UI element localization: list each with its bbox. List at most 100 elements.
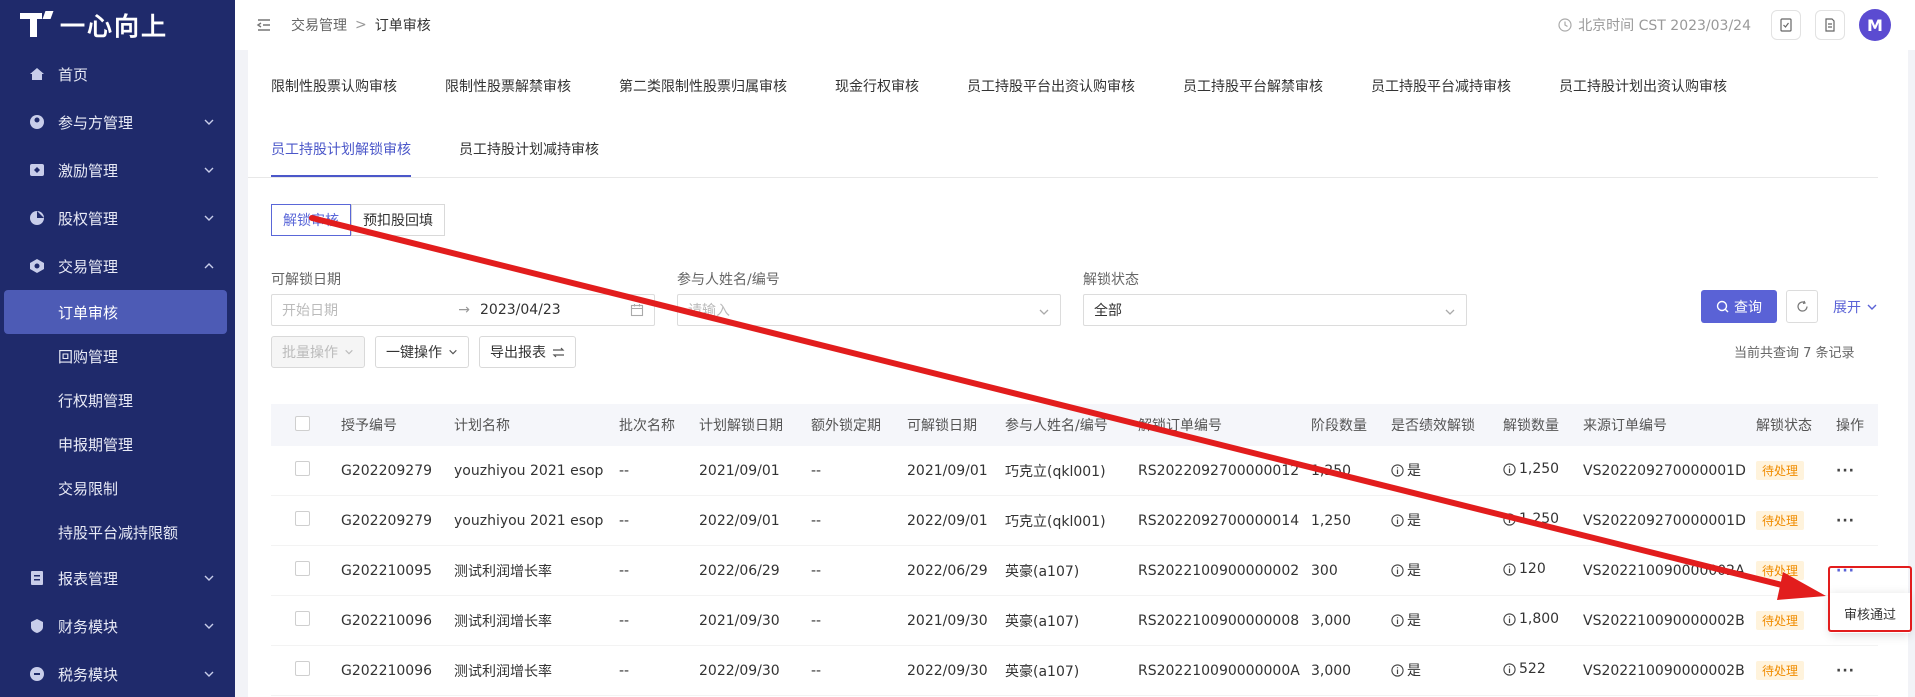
cell-participant: 巧克立(qkl001): [1005, 513, 1106, 530]
row-checkbox-cell: [271, 611, 341, 630]
date-start-placeholder[interactable]: 开始日期: [282, 300, 338, 320]
segment-unlock-review[interactable]: 解锁审核: [271, 204, 351, 236]
review-tabs-row2: 员工持股计划解锁审核 员工持股计划减持审核: [248, 116, 1878, 178]
info-icon[interactable]: [1391, 464, 1404, 477]
tab-platform-reduction[interactable]: 员工持股平台减持审核: [1371, 56, 1511, 116]
status-select-value: 全部: [1094, 303, 1122, 319]
avatar[interactable]: M: [1859, 9, 1891, 41]
filter-participant-group: 参与人姓名/编号 请输入: [677, 268, 1061, 326]
info-icon[interactable]: [1503, 513, 1516, 526]
info-icon[interactable]: [1391, 514, 1404, 527]
table-row[interactable]: G202209279 youzhiyou 2021 esop -- 2021/0…: [271, 446, 1878, 496]
batch-operation-button[interactable]: 批量操作: [271, 336, 365, 368]
col-batch-name: 批次名称: [619, 418, 675, 434]
unlock-status-select[interactable]: 全部: [1083, 294, 1467, 326]
status-badge: 待处理: [1756, 611, 1805, 630]
sidebar-item-report[interactable]: 报表管理: [0, 554, 235, 602]
cell-unlock-qty: 522: [1503, 661, 1583, 680]
date-end-value[interactable]: 2023/04/23: [480, 302, 630, 318]
row-checkbox[interactable]: [295, 561, 310, 576]
row-checkbox[interactable]: [295, 661, 310, 676]
expand-filters-button[interactable]: 展开: [1833, 290, 1878, 323]
query-button[interactable]: 查询: [1701, 290, 1777, 323]
sidebar-subitem-order-review[interactable]: 订单审核: [4, 290, 227, 334]
chevron-down-icon: [449, 349, 457, 355]
info-icon[interactable]: [1391, 564, 1404, 577]
sidebar-item-equity[interactable]: 股权管理: [0, 194, 235, 242]
cell-grant-no: G202209279: [341, 462, 433, 479]
clipboard-check-icon: [1780, 18, 1792, 32]
info-icon[interactable]: [1503, 613, 1516, 626]
cell-unlock-order-no: RS2022100900000008: [1138, 612, 1300, 629]
info-icon[interactable]: [1391, 614, 1404, 627]
info-icon[interactable]: [1503, 663, 1516, 676]
info-icon[interactable]: [1503, 563, 1516, 576]
chevron-down-icon: [1445, 309, 1455, 315]
tab-restricted-stock-unlock[interactable]: 限制性股票解禁审核: [445, 56, 571, 116]
cell-extra-lock: --: [811, 612, 822, 629]
tab-platform-unlock[interactable]: 员工持股平台解禁审核: [1183, 56, 1323, 116]
brand-logo[interactable]: 一心向上: [0, 0, 235, 50]
row-checkbox[interactable]: [295, 461, 310, 476]
cell-plan-unlock-date: 2021/09/01: [699, 462, 780, 479]
tab-plan-reduction[interactable]: 员工持股计划减持审核: [459, 120, 599, 177]
document-button[interactable]: [1815, 10, 1845, 40]
status-badge: 待处理: [1756, 461, 1805, 480]
sidebar-item-trade[interactable]: 交易管理: [0, 242, 235, 290]
top-header: 交易管理 > 订单审核 北京时间 CST 2023/03/24 M: [235, 0, 1915, 50]
table-row[interactable]: G202210096 测试利润增长率 -- 2021/09/30 -- 2021…: [271, 596, 1878, 646]
table-row[interactable]: G202210095 测试利润增长率 -- 2022/06/29 -- 2022…: [271, 546, 1878, 596]
sidebar-item-participants[interactable]: 参与方管理: [0, 98, 235, 146]
cell-unlock-status: 待处理: [1756, 461, 1836, 480]
sidebar-subitem-exercise-period[interactable]: 行权期管理: [0, 378, 235, 422]
date-range-picker[interactable]: 开始日期 → 2023/04/23: [271, 294, 655, 326]
sidebar-subitem-declaration-period[interactable]: 申报期管理: [0, 422, 235, 466]
tab-platform-subscription[interactable]: 员工持股平台出资认购审核: [967, 56, 1135, 116]
sidebar-item-home[interactable]: 首页: [0, 50, 235, 98]
cell-unlock-order-no: RS2022092700000014: [1138, 512, 1300, 529]
table-row[interactable]: G202209279 youzhiyou 2021 esop -- 2022/0…: [271, 496, 1878, 546]
filter-status-label: 解锁状态: [1083, 272, 1139, 288]
export-report-button[interactable]: 导出报表: [479, 336, 576, 368]
tab-cash-exercise[interactable]: 现金行权审核: [835, 56, 919, 116]
tab-plan-unlock[interactable]: 员工持股计划解锁审核: [271, 120, 411, 177]
row-checkbox[interactable]: [295, 511, 310, 526]
more-actions-button[interactable]: ···: [1836, 663, 1855, 679]
tab-restricted-stock-subscription[interactable]: 限制性股票认购审核: [271, 56, 397, 116]
tab-plan-subscription[interactable]: 员工持股计划出资认购审核: [1559, 56, 1727, 116]
status-badge: 待处理: [1756, 511, 1805, 530]
sidebar-subitem-buyback[interactable]: 回购管理: [0, 334, 235, 378]
row-checkbox[interactable]: [295, 611, 310, 626]
col-extra-lock: 额外锁定期: [811, 418, 881, 434]
task-button[interactable]: [1771, 10, 1801, 40]
sidebar-subitem-holding-reduction-limit[interactable]: 持股平台减持限额: [0, 510, 235, 554]
sidebar-item-tax[interactable]: 税务模块: [0, 650, 235, 697]
tab-class2-restricted-vesting[interactable]: 第二类限制性股票归属审核: [619, 56, 787, 116]
collapse-menu-icon[interactable]: [255, 16, 273, 34]
clock-icon: [1558, 18, 1572, 32]
sidebar-item-incentive[interactable]: 激励管理: [0, 146, 235, 194]
participant-select[interactable]: 请输入: [677, 294, 1061, 326]
one-click-operation-button[interactable]: 一键操作: [375, 336, 469, 368]
segment-withholding-backfill[interactable]: 预扣股回填: [351, 204, 445, 236]
breadcrumb-item[interactable]: 交易管理: [291, 15, 347, 35]
incentive-icon: [28, 161, 46, 179]
sidebar-subitem-trade-restriction[interactable]: 交易限制: [0, 466, 235, 510]
more-actions-button[interactable]: ···: [1836, 463, 1855, 479]
table-row[interactable]: G202210096 测试利润增长率 -- 2022/09/30 -- 2022…: [271, 646, 1878, 696]
more-actions-button[interactable]: ···: [1836, 513, 1855, 529]
sidebar-item-finance[interactable]: 财务模块: [0, 602, 235, 650]
main-panel: 限制性股票认购审核 限制性股票解禁审核 第二类限制性股票归属审核 现金行权审核 …: [248, 50, 1908, 697]
cell-batch-name: --: [619, 662, 630, 679]
col-unlock-order-no: 解锁订单编号: [1138, 418, 1222, 434]
breadcrumb-current: 订单审核: [374, 18, 431, 34]
date-range-arrow: →: [458, 302, 470, 318]
cell-plan-unlock-date: 2022/06/29: [699, 562, 780, 579]
cell-unlockable-date: 2022/09/30: [907, 662, 988, 679]
reset-button[interactable]: [1786, 290, 1818, 323]
calendar-icon: [630, 304, 644, 317]
info-icon[interactable]: [1391, 664, 1404, 677]
select-all-checkbox[interactable]: [295, 415, 310, 431]
document-icon: [1825, 18, 1835, 32]
info-icon[interactable]: [1503, 463, 1516, 476]
